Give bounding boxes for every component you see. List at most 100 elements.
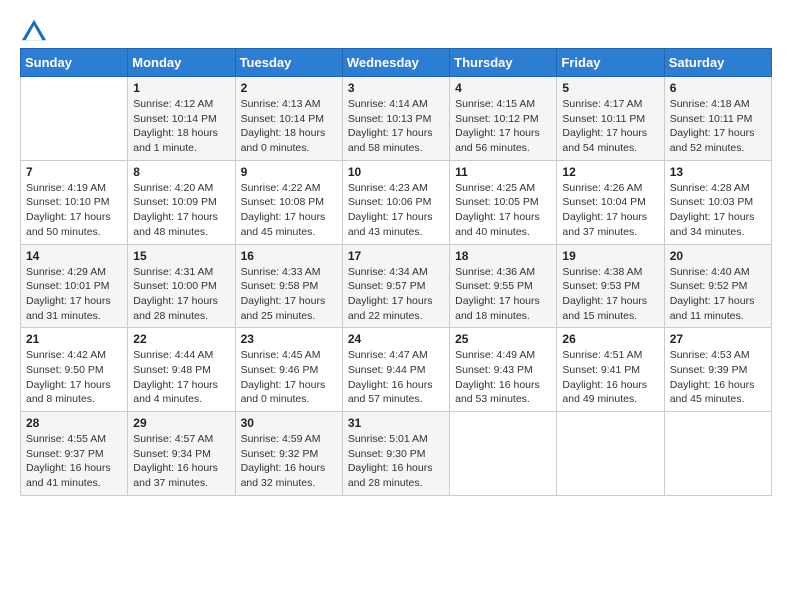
calendar-cell: 5 Sunrise: 4:17 AM Sunset: 10:11 PM Dayli… (557, 77, 664, 161)
calendar-cell: 22Sunrise: 4:44 AM Sunset: 9:48 PM Dayli… (128, 328, 235, 412)
day-info: Sunrise: 4:59 AM Sunset: 9:32 PM Dayligh… (241, 432, 337, 491)
calendar-cell: 9 Sunrise: 4:22 AM Sunset: 10:08 PM Dayli… (235, 160, 342, 244)
weekday-header-wednesday: Wednesday (342, 49, 449, 77)
day-info: Sunrise: 4:17 AM Sunset: 10:11 PM Daylig… (562, 97, 658, 156)
day-info: Sunrise: 4:14 AM Sunset: 10:13 PM Daylig… (348, 97, 444, 156)
calendar-week-2: 7 Sunrise: 4:19 AM Sunset: 10:10 PM Dayli… (21, 160, 772, 244)
calendar-cell: 26Sunrise: 4:51 AM Sunset: 9:41 PM Dayli… (557, 328, 664, 412)
calendar-cell: 8 Sunrise: 4:20 AM Sunset: 10:09 PM Dayli… (128, 160, 235, 244)
day-info: Sunrise: 4:20 AM Sunset: 10:09 PM Daylig… (133, 181, 229, 240)
day-number: 14 (26, 249, 122, 263)
day-info: Sunrise: 4:29 AM Sunset: 10:01 PM Daylig… (26, 265, 122, 324)
day-number: 11 (455, 165, 551, 179)
day-number: 16 (241, 249, 337, 263)
day-number: 2 (241, 81, 337, 95)
day-number: 21 (26, 332, 122, 346)
day-info: Sunrise: 4:13 AM Sunset: 10:14 PM Daylig… (241, 97, 337, 156)
day-number: 13 (670, 165, 766, 179)
day-info: Sunrise: 4:47 AM Sunset: 9:44 PM Dayligh… (348, 348, 444, 407)
calendar-cell: 15Sunrise: 4:31 AM Sunset: 10:00 PM Dayl… (128, 244, 235, 328)
logo-icon (20, 16, 48, 44)
calendar-cell: 7 Sunrise: 4:19 AM Sunset: 10:10 PM Dayli… (21, 160, 128, 244)
day-info: Sunrise: 4:25 AM Sunset: 10:05 PM Daylig… (455, 181, 551, 240)
day-number: 7 (26, 165, 122, 179)
day-number: 29 (133, 416, 229, 430)
calendar-cell (450, 412, 557, 496)
day-number: 3 (348, 81, 444, 95)
day-number: 22 (133, 332, 229, 346)
calendar-cell: 2 Sunrise: 4:13 AM Sunset: 10:14 PM Dayli… (235, 77, 342, 161)
day-info: Sunrise: 4:42 AM Sunset: 9:50 PM Dayligh… (26, 348, 122, 407)
day-info: Sunrise: 4:57 AM Sunset: 9:34 PM Dayligh… (133, 432, 229, 491)
day-info: Sunrise: 4:34 AM Sunset: 9:57 PM Dayligh… (348, 265, 444, 324)
calendar-cell: 10 Sunrise: 4:23 AM Sunset: 10:06 PM Dayl… (342, 160, 449, 244)
day-info: Sunrise: 4:45 AM Sunset: 9:46 PM Dayligh… (241, 348, 337, 407)
day-number: 4 (455, 81, 551, 95)
day-info: Sunrise: 4:12 AM Sunset: 10:14 PM Daylig… (133, 97, 229, 156)
calendar-cell: 18 Sunrise: 4:36 AM Sunset: 9:55 PM Dayli… (450, 244, 557, 328)
calendar-week-3: 14 Sunrise: 4:29 AM Sunset: 10:01 PM Dayl… (21, 244, 772, 328)
calendar-cell: 21 Sunrise: 4:42 AM Sunset: 9:50 PM Dayli… (21, 328, 128, 412)
day-info: Sunrise: 5:01 AM Sunset: 9:30 PM Dayligh… (348, 432, 444, 491)
calendar-cell: 31 Sunrise: 5:01 AM Sunset: 9:30 PM Dayli… (342, 412, 449, 496)
weekday-header-friday: Friday (557, 49, 664, 77)
day-number: 10 (348, 165, 444, 179)
calendar-cell: 17 Sunrise: 4:34 AM Sunset: 9:57 PM Dayli… (342, 244, 449, 328)
day-number: 27 (670, 332, 766, 346)
day-number: 20 (670, 249, 766, 263)
day-number: 12 (562, 165, 658, 179)
calendar-table: SundayMondayTuesdayWednesdayThursdayFrid… (20, 48, 772, 496)
day-number: 5 (562, 81, 658, 95)
day-info: Sunrise: 4:15 AM Sunset: 10:12 PM Daylig… (455, 97, 551, 156)
weekday-header-tuesday: Tuesday (235, 49, 342, 77)
day-info: Sunrise: 4:38 AM Sunset: 9:53 PM Dayligh… (562, 265, 658, 324)
day-number: 1 (133, 81, 229, 95)
day-number: 19 (562, 249, 658, 263)
day-number: 6 (670, 81, 766, 95)
day-number: 30 (241, 416, 337, 430)
calendar-cell: 4 Sunrise: 4:15 AM Sunset: 10:12 PM Dayli… (450, 77, 557, 161)
day-info: Sunrise: 4:36 AM Sunset: 9:55 PM Dayligh… (455, 265, 551, 324)
calendar-cell: 13Sunrise: 4:28 AM Sunset: 10:03 PM Dayl… (664, 160, 771, 244)
calendar-cell: 16 Sunrise: 4:33 AM Sunset: 9:58 PM Dayli… (235, 244, 342, 328)
calendar-cell: 29 Sunrise: 4:57 AM Sunset: 9:34 PM Dayli… (128, 412, 235, 496)
calendar-cell: 24Sunrise: 4:47 AM Sunset: 9:44 PM Dayli… (342, 328, 449, 412)
day-info: Sunrise: 4:40 AM Sunset: 9:52 PM Dayligh… (670, 265, 766, 324)
calendar-cell: 19 Sunrise: 4:38 AM Sunset: 9:53 PM Dayli… (557, 244, 664, 328)
day-number: 17 (348, 249, 444, 263)
day-number: 25 (455, 332, 551, 346)
calendar-header: SundayMondayTuesdayWednesdayThursdayFrid… (21, 49, 772, 77)
weekday-header-sunday: Sunday (21, 49, 128, 77)
calendar-cell: 23Sunrise: 4:45 AM Sunset: 9:46 PM Dayli… (235, 328, 342, 412)
calendar-cell: 30 Sunrise: 4:59 AM Sunset: 9:32 PM Dayli… (235, 412, 342, 496)
day-info: Sunrise: 4:53 AM Sunset: 9:39 PM Dayligh… (670, 348, 766, 407)
calendar-cell: 6Sunrise: 4:18 AM Sunset: 10:11 PM Dayli… (664, 77, 771, 161)
day-info: Sunrise: 4:33 AM Sunset: 9:58 PM Dayligh… (241, 265, 337, 324)
day-info: Sunrise: 4:23 AM Sunset: 10:06 PM Daylig… (348, 181, 444, 240)
weekday-header-thursday: Thursday (450, 49, 557, 77)
day-number: 9 (241, 165, 337, 179)
calendar-week-4: 21 Sunrise: 4:42 AM Sunset: 9:50 PM Dayli… (21, 328, 772, 412)
header (20, 10, 772, 44)
calendar-cell (557, 412, 664, 496)
day-info: Sunrise: 4:22 AM Sunset: 10:08 PM Daylig… (241, 181, 337, 240)
calendar-body: 1 Sunrise: 4:12 AM Sunset: 10:14 PM Dayli… (21, 77, 772, 496)
day-info: Sunrise: 4:51 AM Sunset: 9:41 PM Dayligh… (562, 348, 658, 407)
calendar-cell: 25 Sunrise: 4:49 AM Sunset: 9:43 PM Dayli… (450, 328, 557, 412)
logo (20, 16, 52, 44)
day-number: 18 (455, 249, 551, 263)
day-number: 28 (26, 416, 122, 430)
weekday-header-row: SundayMondayTuesdayWednesdayThursdayFrid… (21, 49, 772, 77)
day-info: Sunrise: 4:26 AM Sunset: 10:04 PM Daylig… (562, 181, 658, 240)
calendar-cell: 28Sunrise: 4:55 AM Sunset: 9:37 PM Dayli… (21, 412, 128, 496)
day-info: Sunrise: 4:49 AM Sunset: 9:43 PM Dayligh… (455, 348, 551, 407)
day-number: 31 (348, 416, 444, 430)
calendar-cell: 14 Sunrise: 4:29 AM Sunset: 10:01 PM Dayl… (21, 244, 128, 328)
calendar-week-5: 28Sunrise: 4:55 AM Sunset: 9:37 PM Dayli… (21, 412, 772, 496)
day-number: 15 (133, 249, 229, 263)
calendar-cell: 11 Sunrise: 4:25 AM Sunset: 10:05 PM Dayl… (450, 160, 557, 244)
calendar-cell (21, 77, 128, 161)
calendar-cell (664, 412, 771, 496)
day-number: 8 (133, 165, 229, 179)
day-info: Sunrise: 4:19 AM Sunset: 10:10 PM Daylig… (26, 181, 122, 240)
